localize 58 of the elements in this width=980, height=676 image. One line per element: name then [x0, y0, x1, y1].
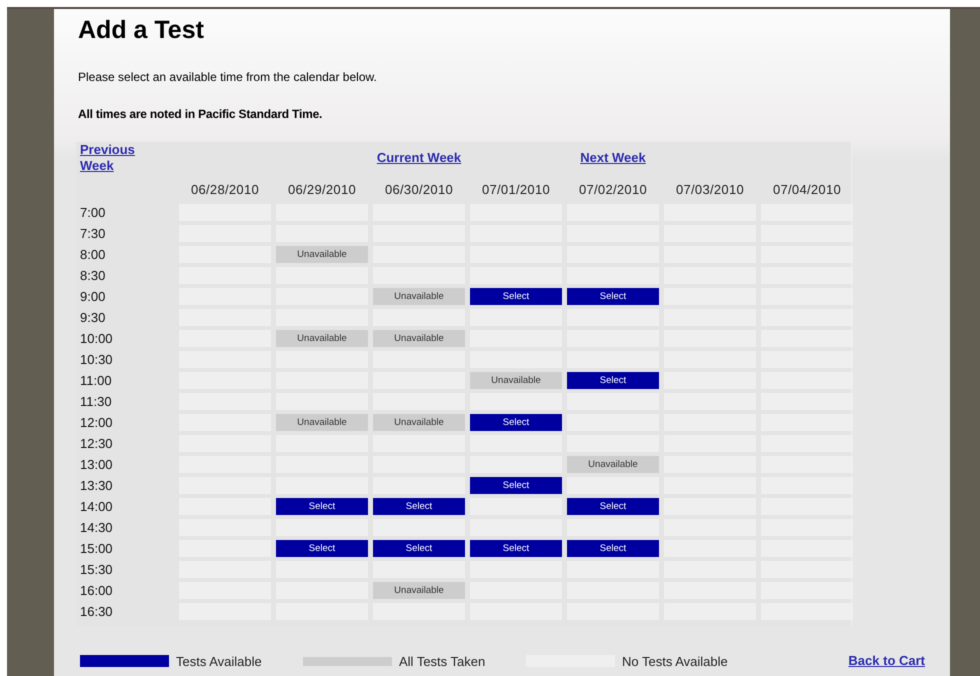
timezone-note: All times are noted in Pacific Standard Time.: [78, 106, 324, 122]
time-label: 9:30: [80, 309, 106, 326]
time-label: 14:30: [80, 519, 114, 536]
unavailable-slot: Unavailable: [276, 414, 368, 431]
legend-label: All Tests Taken: [399, 654, 486, 668]
unavailable-slot: Unavailable: [373, 330, 465, 347]
time-label: 11:30: [80, 393, 113, 410]
legend-label: Tests Available: [176, 654, 262, 668]
time-label: 9:00: [80, 288, 106, 305]
legend-label: No Tests Available: [622, 654, 728, 668]
unavailable-slot: Unavailable: [567, 456, 659, 473]
date-header: 07/04/2010: [772, 181, 842, 199]
time-label: 7:00: [80, 204, 106, 221]
date-header: 07/01/2010: [480, 181, 552, 199]
select-button[interactable]: Select: [567, 372, 659, 389]
page-title: Add a Test: [78, 15, 205, 45]
time-label: 13:00: [80, 456, 114, 473]
unavailable-slot: Unavailable: [276, 330, 368, 347]
select-button[interactable]: Select: [470, 540, 562, 557]
select-button[interactable]: Select: [470, 414, 562, 431]
select-button[interactable]: Select: [470, 288, 562, 305]
unavailable-slot: Unavailable: [373, 582, 465, 599]
date-header: 06/28/2010: [190, 181, 260, 199]
unavailable-slot: Unavailable: [373, 288, 465, 305]
unavailable-slot: Unavailable: [373, 414, 465, 431]
date-header: 06/29/2010: [286, 181, 358, 199]
date-header: 06/30/2010: [384, 181, 454, 199]
unavailable-slot: Unavailable: [276, 246, 368, 263]
time-label: 16:30: [80, 603, 114, 620]
date-header: 07/02/2010: [578, 181, 648, 199]
instructions-text: Please select an available time from the calendar below.: [78, 69, 378, 85]
time-label: 15:30: [80, 561, 114, 578]
time-label: 7:30: [80, 225, 106, 242]
time-label: 16:00: [80, 582, 114, 599]
select-button[interactable]: Select: [567, 498, 659, 515]
time-label: 11:00: [80, 372, 113, 389]
back-to-cart-link[interactable]: Back to Cart: [848, 653, 925, 669]
time-label: 8:00: [80, 246, 106, 263]
select-button[interactable]: Select: [567, 288, 659, 305]
unavailable-slot: Unavailable: [470, 372, 562, 389]
select-button[interactable]: Select: [276, 498, 368, 515]
time-label: 8:30: [80, 267, 106, 284]
select-button[interactable]: Select: [373, 540, 465, 557]
select-button[interactable]: Select: [276, 540, 368, 557]
time-label: 14:00: [80, 498, 114, 515]
time-label: 15:00: [80, 540, 114, 557]
current-week-link[interactable]: Current Week: [376, 150, 462, 166]
previous-week-link[interactable]: Previous Week: [80, 142, 150, 174]
select-button[interactable]: Select: [567, 540, 659, 557]
time-label: 12:00: [80, 414, 114, 431]
time-label: 12:30: [80, 435, 114, 452]
select-button[interactable]: Select: [373, 498, 465, 515]
time-label: 10:30: [80, 351, 114, 368]
next-week-link[interactable]: Next Week: [580, 150, 646, 166]
time-label: 13:30: [80, 477, 114, 494]
time-label: 10:00: [80, 330, 114, 347]
date-header: 07/03/2010: [674, 181, 746, 199]
select-button[interactable]: Select: [470, 477, 562, 494]
